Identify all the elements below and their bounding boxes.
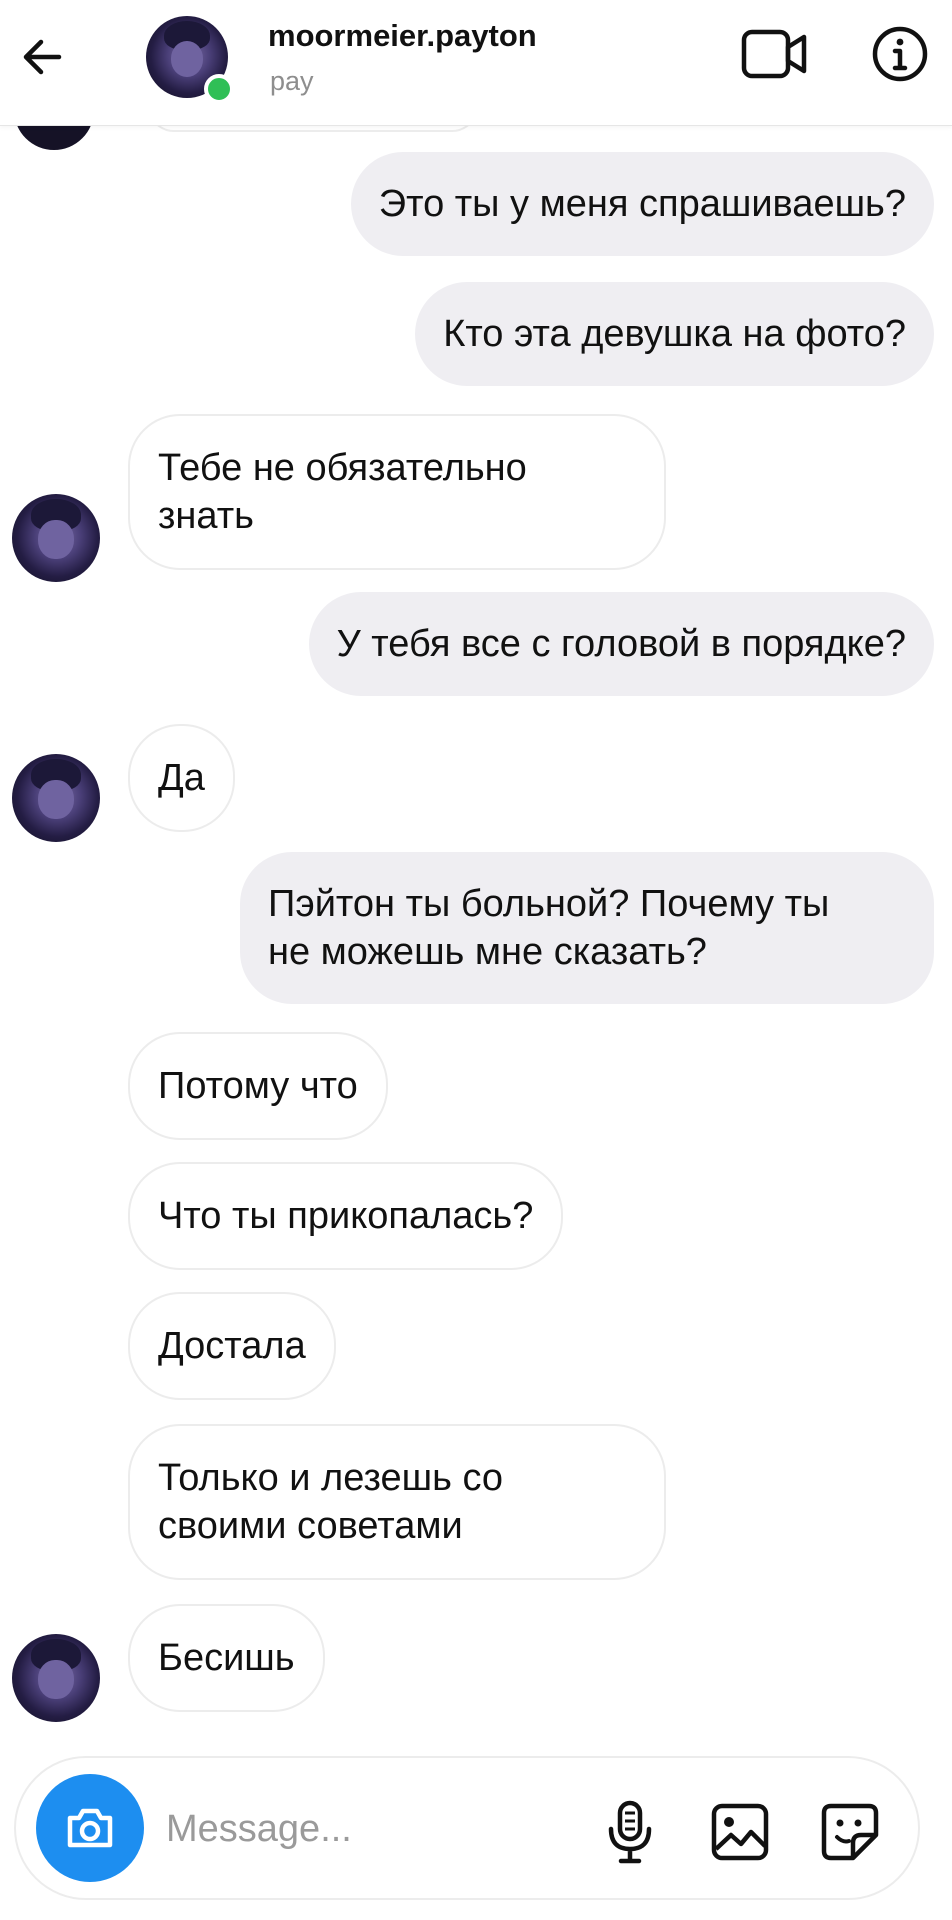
message-outgoing[interactable]: Кто эта девушка на фото? [415,282,934,386]
contact-username[interactable]: moormeier.payton [268,18,537,54]
message-text: Достала [158,1325,306,1367]
message-text-line: своими советами [158,1505,463,1547]
voice-message-button[interactable] [592,1794,668,1870]
message-text-line: Тебе не обязательно [158,447,527,489]
message-text: Потому что [158,1065,358,1107]
back-button[interactable] [10,22,74,92]
message-composer [14,1756,920,1900]
message-incoming[interactable]: Да [128,724,235,832]
online-status-dot [204,74,234,104]
contact-avatar[interactable] [146,16,234,104]
message-incoming[interactable]: Только и лезешь со своими советами [128,1424,666,1580]
message-text-line: Пэйтон ты больной? Почему ты [268,883,830,925]
message-text-line: знать [158,495,254,537]
message-text: У тебя все с головой в порядке? [336,623,906,665]
message-text: Что ты прикопалась? [158,1195,534,1237]
sender-avatar[interactable] [12,1634,100,1722]
gallery-button[interactable] [702,1794,778,1870]
contact-subtitle: pay [270,66,314,96]
message-outgoing[interactable]: У тебя все с головой в порядке? [308,592,934,696]
message-text: Это ты у меня спрашиваешь? [378,183,906,225]
chat-screen: moormeier.payton pay Это ты у меня спраш… [0,0,952,1920]
message-incoming[interactable]: Тебе не обязательно знать [128,414,666,570]
video-call-button[interactable] [738,22,812,86]
sender-avatar[interactable] [12,494,100,582]
video-camera-icon [741,29,807,79]
message-text: Бесишь [158,1637,295,1679]
message-incoming[interactable]: Потому что [128,1032,388,1140]
message-incoming[interactable]: Достала [128,1292,336,1400]
message-outgoing[interactable]: Это ты у меня спрашиваешь? [350,152,934,256]
message-incoming[interactable]: Что ты прикопалась? [128,1162,564,1270]
info-icon [872,26,928,82]
sender-avatar[interactable] [12,754,100,842]
message-text: Да [158,757,205,799]
chat-header: moormeier.payton pay [0,0,952,126]
message-outgoing[interactable]: Пэйтон ты больной? Почему ты не можешь м… [240,852,934,1004]
camera-icon [67,1808,113,1848]
message-input[interactable] [166,1798,586,1860]
message-text-line: не можешь мне сказать? [268,931,707,973]
message-incoming[interactable]: Бесишь [128,1604,325,1712]
camera-button[interactable] [36,1774,144,1882]
info-button[interactable] [864,22,936,86]
message-text-line: Только и лезешь со [158,1457,504,1499]
sticker-button[interactable] [812,1794,888,1870]
sticker-icon [821,1803,879,1861]
gallery-icon [711,1803,769,1861]
back-arrow-icon [23,39,62,75]
microphone-icon [608,1800,652,1864]
message-text: Кто эта девушка на фото? [443,313,906,355]
